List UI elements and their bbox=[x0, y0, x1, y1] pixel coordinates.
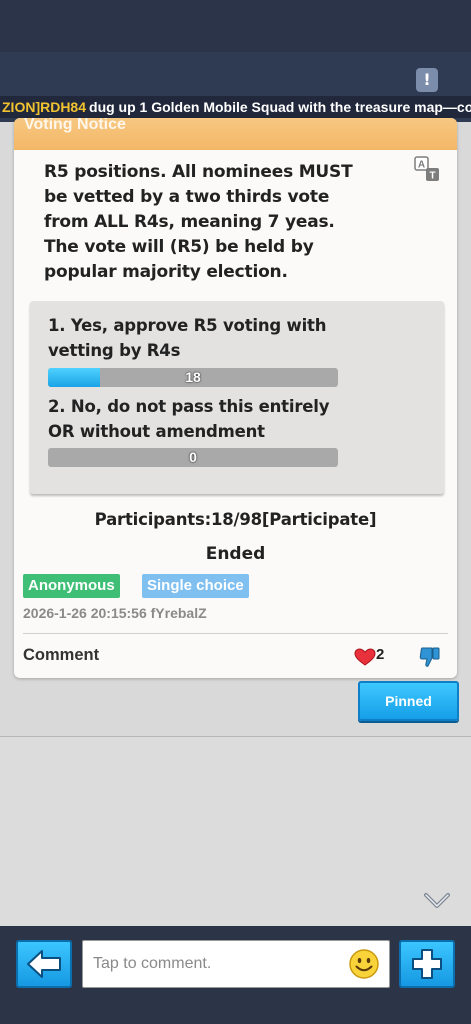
poll-option-1-label[interactable]: 1. Yes, approve R5 voting with vetting b… bbox=[48, 313, 368, 363]
comments-area bbox=[0, 736, 471, 926]
post-timestamp-author: 2026-1-26 20:15:56 fYrebalZ bbox=[23, 605, 207, 621]
poll-box: 1. Yes, approve R5 voting with vetting b… bbox=[30, 301, 444, 494]
poll-option-1-bar[interactable]: 18 bbox=[48, 368, 338, 387]
poll-option-2-label[interactable]: 2. No, do not pass this entirely OR with… bbox=[48, 394, 368, 444]
svg-text:T: T bbox=[429, 171, 435, 182]
poll-option-2-line2: OR without amendment bbox=[48, 422, 265, 441]
post-card: Voting Notice A T R5 positions. All nomi… bbox=[14, 118, 457, 678]
announcement-ticker: ZION]RDH84 dug up 1 Golden Mobile Squad w… bbox=[0, 96, 471, 118]
chevron-down-icon[interactable] bbox=[424, 890, 450, 910]
body-line: popular majority election. bbox=[44, 262, 288, 282]
poll-status: Ended bbox=[205, 544, 266, 564]
add-button[interactable] bbox=[399, 940, 455, 988]
participants-link[interactable]: Participants:18/98[Participate] bbox=[14, 510, 457, 529]
poll-option-2-count: 0 bbox=[189, 449, 197, 465]
divider bbox=[23, 633, 448, 634]
poll-option-1-count: 18 bbox=[185, 369, 201, 385]
poll-option-1-line2: vetting by R4s bbox=[48, 341, 181, 360]
comment-label[interactable]: Comment bbox=[23, 646, 99, 665]
back-button[interactable] bbox=[16, 940, 72, 988]
poll-option-1-line1: 1. Yes, approve R5 voting with bbox=[48, 316, 327, 335]
card-title-strip: Voting Notice bbox=[14, 118, 457, 150]
poll-option-2-bar[interactable]: 0 bbox=[48, 448, 338, 467]
poll-option-2-line1: 2. No, do not pass this entirely bbox=[48, 397, 330, 416]
body-line: be vetted by a two thirds vote bbox=[44, 187, 330, 207]
ticker-message: dug up 1 Golden Mobile Squad with the tr… bbox=[89, 99, 471, 115]
anonymous-badge: Anonymous bbox=[23, 574, 120, 598]
thumbs-down-icon[interactable] bbox=[419, 646, 441, 668]
plus-icon bbox=[412, 949, 442, 979]
svg-text:A: A bbox=[418, 160, 425, 171]
single-choice-badge: Single choice bbox=[142, 574, 249, 598]
heart-icon bbox=[354, 648, 376, 666]
comment-input[interactable] bbox=[82, 940, 390, 988]
translate-icon[interactable]: A T bbox=[414, 156, 440, 182]
top-status-bar bbox=[0, 0, 471, 52]
smiley-emoji-icon[interactable] bbox=[348, 948, 380, 980]
pinned-button[interactable]: Pinned bbox=[358, 681, 459, 721]
post-body-text: R5 positions. All nominees MUST be vette… bbox=[44, 160, 404, 285]
card-title: Voting Notice bbox=[24, 118, 126, 133]
body-line: The vote will (R5) be held by bbox=[44, 237, 314, 257]
like-count: 2 bbox=[376, 646, 385, 663]
body-line: R5 positions. All nominees MUST bbox=[44, 162, 353, 182]
arrow-left-icon bbox=[27, 950, 61, 978]
ticker-alliance-tag: ZION]RDH84 bbox=[2, 99, 87, 115]
body-line: from ALL R4s, meaning 7 yeas. bbox=[44, 212, 335, 232]
alert-icon[interactable]: ! bbox=[416, 68, 438, 92]
like-button[interactable]: 2 bbox=[354, 646, 394, 666]
